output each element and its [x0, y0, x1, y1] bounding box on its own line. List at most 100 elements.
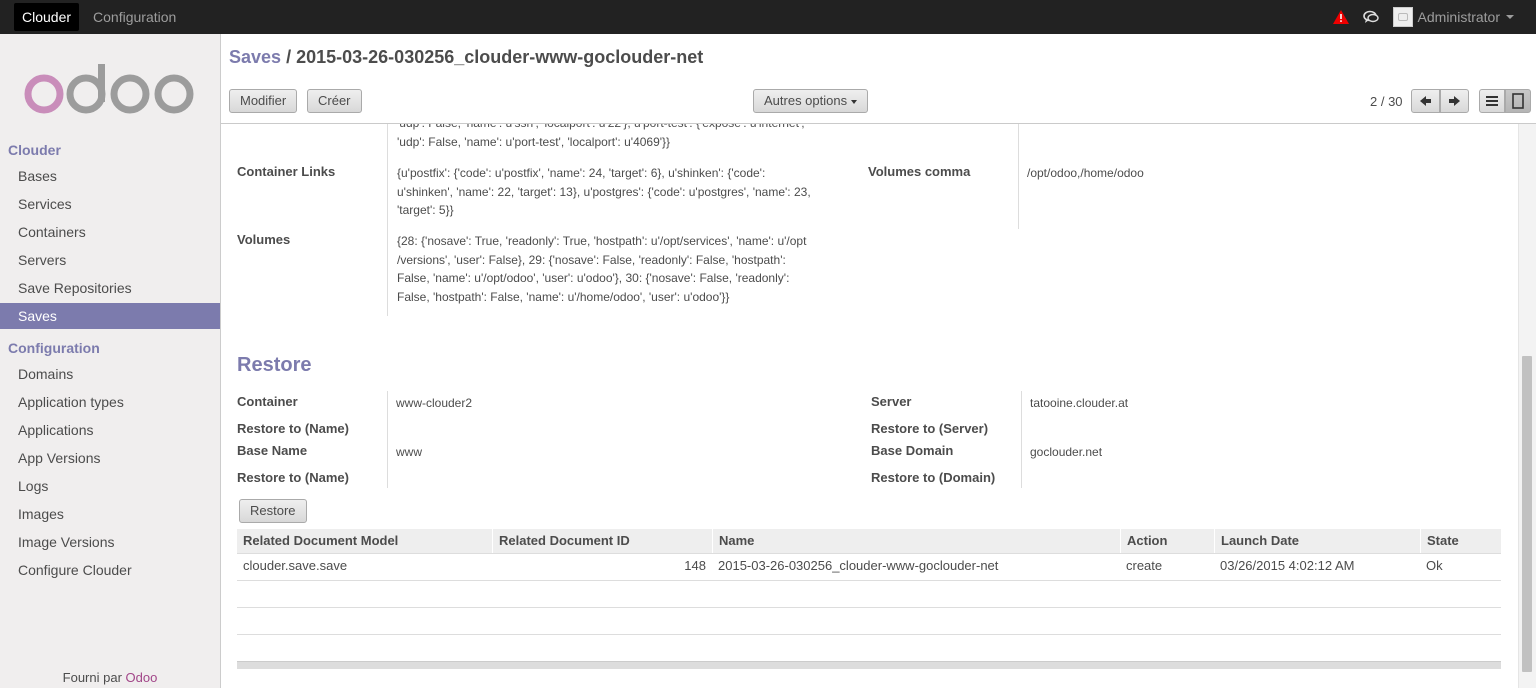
table-row-empty — [237, 608, 1501, 635]
pager-previous-button[interactable] — [1411, 89, 1440, 113]
arrow-left-icon — [1420, 96, 1431, 106]
table-footer — [237, 661, 1501, 669]
volumes-line: /versions', 'user': False}, 29: {'nosave… — [397, 252, 786, 267]
chevron-down-icon[interactable] — [1506, 15, 1514, 19]
top-right-area: Administrator — [1332, 0, 1514, 34]
column-header-state[interactable]: State — [1420, 529, 1501, 553]
top-menu-clouder[interactable]: Clouder — [14, 3, 80, 31]
top-navbar: Clouder Configuration Administrator — [0, 0, 1536, 34]
table-header: Related Document Model Related Document … — [237, 529, 1501, 554]
breadcrumb-parent[interactable]: Saves — [229, 47, 281, 67]
powered-by-link[interactable]: Odoo — [126, 670, 158, 685]
more-options-dropdown[interactable]: Autres options — [753, 89, 869, 113]
restore-to-domain-label: Restore to (Domain) — [871, 470, 996, 485]
restore-to-server-label: Restore to (Server) — [871, 421, 989, 436]
sidebar-item-app-versions[interactable]: App Versions — [0, 445, 220, 471]
container-label: Container — [237, 394, 298, 409]
table-row[interactable]: clouder.save.save 148 2015-03-26-030256_… — [237, 554, 1501, 581]
container-links-line: {u'postfix': {'code': u'postfix', 'name'… — [397, 166, 766, 180]
restore-button[interactable]: Restore — [239, 499, 307, 523]
breadcrumb-separator: / — [286, 47, 292, 67]
arrow-right-icon — [1449, 96, 1460, 106]
sidebar-item-image-versions[interactable]: Image Versions — [0, 529, 220, 555]
field-separator — [387, 391, 388, 488]
sidebar-item-services[interactable]: Services — [0, 191, 220, 217]
sidebar-item-servers[interactable]: Servers — [0, 247, 220, 273]
table-row-empty — [237, 635, 1501, 662]
volumes-comma-label: Volumes comma — [868, 164, 971, 179]
sidebar-section-clouder: Clouder — [8, 142, 61, 158]
create-button[interactable]: Créer — [307, 89, 362, 113]
cell-launch-date: 03/26/2015 4:02:12 AM — [1220, 558, 1355, 573]
control-panel: Saves / 2015-03-26-030256_clouder-www-go… — [221, 34, 1536, 124]
field-separator — [387, 124, 388, 316]
column-header-model[interactable]: Related Document Model — [237, 529, 492, 553]
sidebar-item-domains[interactable]: Domains — [0, 361, 220, 387]
caret-down-icon — [851, 99, 858, 104]
avatar[interactable] — [1392, 7, 1413, 27]
base-domain-value[interactable]: goclouder.net — [1030, 443, 1102, 462]
sidebar: Clouder Bases Services Containers Server… — [0, 34, 221, 688]
warning-icon[interactable] — [1332, 10, 1349, 24]
column-header-launch-date[interactable]: Launch Date — [1214, 529, 1420, 553]
volumes-line: False, 'hostpath': False, 'name': u'/hom… — [397, 289, 730, 304]
restore-to-name-label: Restore to (Name) — [237, 421, 349, 436]
sidebar-item-images[interactable]: Images — [0, 501, 220, 527]
top-menu-configuration[interactable]: Configuration — [85, 3, 184, 31]
volumes-value: {28: {'nosave': True, 'readonly': True, … — [397, 232, 857, 306]
vertical-scrollbar[interactable] — [1518, 124, 1536, 688]
cell-name: 2015-03-26-030256_clouder-www-goclouder-… — [718, 558, 999, 573]
sidebar-item-logs[interactable]: Logs — [0, 473, 220, 499]
restore-to-name2-label: Restore to (Name) — [237, 470, 349, 485]
sidebar-item-configure-clouder[interactable]: Configure Clouder — [0, 557, 220, 583]
container-value[interactable]: www-clouder2 — [396, 394, 472, 413]
sidebar-item-bases[interactable]: Bases — [0, 163, 220, 189]
odoo-logo — [24, 64, 194, 114]
sidebar-item-application-types[interactable]: Application types — [0, 389, 220, 415]
ports-value-line1: 'udp': False, 'name': u'ssh', 'localport… — [397, 124, 857, 133]
field-separator — [1018, 124, 1019, 229]
sidebar-section-configuration: Configuration — [8, 340, 100, 356]
cell-document-id: 148 — [684, 558, 706, 573]
container-links-line: 'target': 5}} — [397, 203, 454, 217]
ports-value-line2: 'udp': False, 'name': u'port-test', 'loc… — [397, 135, 671, 149]
sidebar-item-saves[interactable]: Saves — [0, 303, 220, 329]
base-name-label: Base Name — [237, 443, 308, 458]
field-separator — [1021, 391, 1022, 488]
chat-icon[interactable] — [1362, 10, 1379, 24]
restore-section-title: Restore — [237, 354, 312, 376]
pager-next-button[interactable] — [1440, 89, 1469, 113]
cell-action: create — [1126, 558, 1163, 573]
edit-button[interactable]: Modifier — [229, 89, 298, 113]
sidebar-item-save-repositories[interactable]: Save Repositories — [0, 275, 220, 301]
column-header-action[interactable]: Action — [1120, 529, 1214, 553]
breadcrumb: Saves / 2015-03-26-030256_clouder-www-go… — [229, 47, 703, 68]
container-links-value: {u'postfix': {'code': u'postfix', 'name'… — [397, 164, 857, 220]
column-header-document-id[interactable]: Related Document ID — [492, 529, 712, 553]
scrollbar-thumb[interactable] — [1522, 356, 1532, 672]
base-name-value: www — [396, 445, 422, 459]
form-view-button[interactable] — [1505, 89, 1531, 113]
column-header-name[interactable]: Name — [712, 529, 1120, 553]
form-sheet: 'udp': False, 'name': u'ssh', 'localport… — [221, 124, 1518, 688]
sidebar-item-applications[interactable]: Applications — [0, 417, 220, 443]
volumes-line: False, 'name': u'/opt/odoo', 'user': u'o… — [397, 271, 790, 285]
more-options-label: Autres options — [764, 93, 848, 108]
container-links-label: Container Links — [237, 164, 336, 179]
user-menu[interactable]: Administrator — [1418, 9, 1500, 25]
server-value[interactable]: tatooine.clouder.at — [1030, 394, 1128, 413]
powered-by: Fourni par Odoo — [0, 670, 220, 685]
powered-by-prefix: Fourni par — [62, 670, 122, 685]
container-links-line: u'shinken', 'name': 22, 'target': 13}, u… — [397, 184, 811, 199]
server-label: Server — [871, 394, 912, 409]
volumes-line: {28: {'nosave': True, 'readonly': True, … — [397, 234, 807, 248]
volumes-comma-value: /opt/odoo,/home/odoo — [1027, 166, 1144, 180]
sidebar-item-containers[interactable]: Containers — [0, 219, 220, 245]
form-view-icon — [1512, 93, 1524, 109]
pager-value: 2 / 30 — [1370, 94, 1403, 109]
list-view-icon — [1486, 96, 1498, 106]
cell-state: Ok — [1426, 558, 1443, 573]
list-view-button[interactable] — [1479, 89, 1505, 113]
cell-model: clouder.save.save — [243, 558, 348, 573]
breadcrumb-current: 2015-03-26-030256_clouder-www-goclouder-… — [296, 47, 704, 67]
